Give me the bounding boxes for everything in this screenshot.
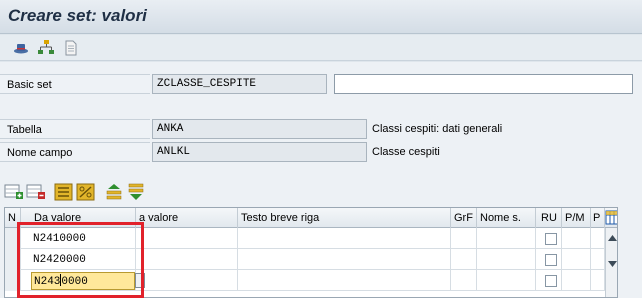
testo-input[interactable] bbox=[238, 249, 451, 270]
delete-row-icon[interactable] bbox=[26, 183, 46, 201]
nome-s-cell[interactable] bbox=[477, 249, 536, 270]
ru-cell bbox=[536, 270, 562, 291]
ru-checkbox[interactable] bbox=[545, 275, 557, 287]
header-pm[interactable]: P/M bbox=[562, 208, 591, 228]
sort-descending-icon[interactable] bbox=[126, 183, 146, 201]
p-cell[interactable] bbox=[591, 228, 605, 249]
sort-ascending-icon[interactable] bbox=[104, 183, 124, 201]
document-icon[interactable] bbox=[62, 39, 80, 57]
header-ru[interactable]: RU bbox=[536, 208, 562, 228]
page-title: Creare set: valori bbox=[8, 6, 147, 25]
testo-input[interactable] bbox=[238, 270, 451, 291]
a-valore-input[interactable] bbox=[136, 228, 238, 249]
tabella-label: Tabella bbox=[0, 119, 150, 139]
highlight-box bbox=[17, 222, 144, 298]
ru-cell bbox=[536, 249, 562, 270]
grf-cell[interactable] bbox=[451, 270, 477, 291]
header-p[interactable]: P bbox=[591, 208, 605, 228]
header-nome-s[interactable]: Nome s. bbox=[477, 208, 536, 228]
basic-set-label: Basic set bbox=[0, 74, 150, 94]
testo-input[interactable] bbox=[238, 228, 451, 249]
p-cell[interactable] bbox=[591, 249, 605, 270]
basic-set-description-field[interactable] bbox=[334, 74, 633, 94]
ru-checkbox[interactable] bbox=[545, 254, 557, 266]
a-valore-input[interactable] bbox=[136, 249, 238, 270]
header-testo-breve-riga[interactable]: Testo breve riga bbox=[238, 208, 451, 228]
grf-cell[interactable] bbox=[451, 249, 477, 270]
insert-row-icon[interactable] bbox=[4, 183, 24, 201]
nome-campo-description: Classe cespiti bbox=[372, 146, 440, 158]
grf-cell[interactable] bbox=[451, 228, 477, 249]
tabella-description: Classi cespiti: dati generali bbox=[372, 123, 503, 135]
header-grf[interactable]: GrF bbox=[451, 208, 477, 228]
hat-icon[interactable] bbox=[12, 39, 30, 57]
scroll-up-icon[interactable] bbox=[608, 232, 617, 244]
vertical-scrollbar[interactable] bbox=[605, 228, 617, 297]
hierarchy-icon[interactable] bbox=[37, 39, 55, 57]
nome-s-cell[interactable] bbox=[477, 270, 536, 291]
column-config-icon[interactable] bbox=[605, 209, 617, 227]
a-valore-input[interactable] bbox=[136, 270, 238, 291]
application-toolbar bbox=[0, 35, 642, 61]
nome-campo-label: Nome campo bbox=[0, 142, 150, 162]
pm-cell[interactable] bbox=[562, 249, 591, 270]
nome-campo-field[interactable]: ANLKL bbox=[152, 142, 367, 162]
title-bar: Creare set: valori bbox=[0, 0, 642, 34]
deselect-all-icon[interactable] bbox=[76, 183, 96, 201]
header-a-valore[interactable]: a valore bbox=[136, 208, 238, 228]
nome-s-cell[interactable] bbox=[477, 228, 536, 249]
tabella-field[interactable]: ANKA bbox=[152, 119, 367, 139]
basic-set-field[interactable]: ZCLASSE_CESPITE bbox=[152, 74, 327, 94]
pm-cell[interactable] bbox=[562, 270, 591, 291]
select-all-icon[interactable] bbox=[54, 183, 74, 201]
p-cell[interactable] bbox=[591, 270, 605, 291]
ru-cell bbox=[536, 228, 562, 249]
pm-cell[interactable] bbox=[562, 228, 591, 249]
scroll-down-icon[interactable] bbox=[608, 258, 617, 270]
ru-checkbox[interactable] bbox=[545, 233, 557, 245]
